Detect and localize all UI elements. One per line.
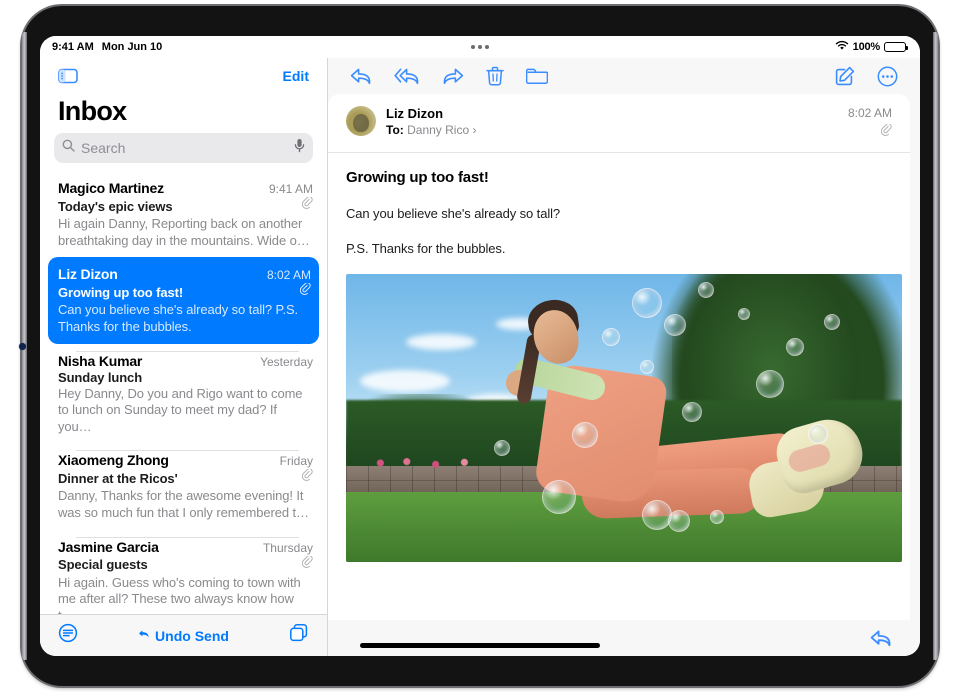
paperclip-icon — [301, 554, 313, 574]
message-header: Liz Dizon To: Danny Rico › 8:02 AM — [328, 94, 910, 153]
list-item-sender: Nisha Kumar — [58, 352, 143, 369]
more-ellipsis-icon[interactable] — [877, 66, 898, 87]
list-item-subject: Growing up too fast! — [58, 284, 184, 300]
split-view: Edit Inbox Search Magico Martinez 9:41 A… — [40, 58, 920, 656]
list-item-subject: Sunday lunch — [58, 369, 143, 385]
device-edge-right — [933, 32, 938, 660]
home-indicator[interactable] — [360, 643, 600, 648]
list-item-sender: Liz Dizon — [58, 266, 118, 283]
reply-icon[interactable] — [870, 629, 892, 647]
wifi-icon — [835, 40, 849, 54]
undo-send-label: Undo Send — [155, 627, 229, 644]
to-label: To: — [386, 123, 404, 137]
list-item-time: Yesterday — [260, 354, 313, 369]
message-time: 8:02 AM — [847, 106, 892, 120]
message-paragraph: Can you believe she's already so tall? — [346, 206, 561, 221]
mail-list-topbar: Edit — [40, 58, 327, 94]
dot — [471, 45, 475, 49]
ipad-screen: 9:41 AM Mon Jun 10 100% Edit Inbox Searc… — [40, 36, 920, 656]
dot — [485, 45, 489, 49]
list-item[interactable]: Jasmine Garcia Thursday Special guests H… — [40, 530, 327, 614]
new-window-icon[interactable] — [289, 623, 309, 648]
recipient-name[interactable]: Danny Rico — [407, 123, 469, 137]
list-item-time: 9:41 AM — [268, 182, 313, 196]
list-item-preview: Can you believe she's already so tall? P… — [58, 302, 299, 334]
status-date: Mon Jun 10 — [101, 41, 163, 53]
list-item-preview: Danny, Thanks for the awesome evening! I… — [58, 488, 309, 520]
message-sender: Liz Dizon — [386, 106, 444, 121]
battery-percent-label: 100% — [852, 41, 881, 53]
search-icon — [62, 139, 75, 157]
list-item-time: Thursday — [262, 540, 313, 555]
message-photo-attachment[interactable] — [346, 274, 902, 562]
paperclip-icon — [301, 196, 313, 215]
undo-arrow-icon — [138, 628, 151, 644]
mail-list-bottom-toolbar: Undo Send — [40, 614, 327, 656]
forward-icon[interactable] — [442, 67, 464, 85]
search-placeholder: Search — [81, 140, 126, 156]
chevron-right-icon[interactable]: › — [472, 123, 476, 137]
message-paragraph: P.S. Thanks for the bubbles. — [346, 241, 506, 256]
edit-button[interactable]: Edit — [283, 68, 309, 84]
list-item-subject: Today's epic views — [58, 198, 173, 214]
list-item[interactable]: Nisha Kumar Yesterday Sunday lunch Hey D… — [40, 344, 327, 444]
mail-list-pane: Edit Inbox Search Magico Martinez 9:41 A… — [40, 58, 328, 656]
compose-icon[interactable] — [835, 66, 855, 86]
message-reader-pane: Liz Dizon To: Danny Rico › 8:02 AM Growi… — [328, 58, 920, 656]
paperclip-icon — [880, 123, 892, 142]
list-item-subject: Dinner at the Ricos' — [58, 470, 178, 486]
list-item-preview: Hey Danny, Do you and Rigo want to come … — [58, 385, 303, 434]
microphone-icon[interactable] — [294, 138, 305, 158]
dot — [478, 45, 482, 49]
undo-send-button[interactable]: Undo Send — [78, 628, 289, 644]
folder-icon[interactable] — [526, 67, 548, 85]
list-item-preview: Hi again. Guess who's coming to town wit… — [58, 574, 301, 614]
sidebar-toggle-icon[interactable] — [58, 68, 78, 84]
reader-footer — [328, 620, 920, 656]
list-item-time: 8:02 AM — [266, 268, 311, 283]
battery-icon — [884, 42, 908, 52]
list-item-sender: Magico Martinez — [58, 180, 164, 196]
list-item-time: Friday — [279, 454, 313, 469]
list-item[interactable]: Xiaomeng Zhong Friday Dinner at the Rico… — [40, 443, 327, 529]
list-item[interactable]: Magico Martinez 9:41 AM Today's epic vie… — [40, 171, 327, 257]
message-subject: Growing up too fast! — [346, 169, 489, 186]
avatar — [346, 106, 376, 136]
multitask-dots-icon[interactable] — [471, 45, 489, 49]
reply-all-icon[interactable] — [394, 67, 420, 85]
list-item-sender: Jasmine Garcia — [58, 538, 159, 555]
device-bezel-indicator — [19, 343, 26, 350]
message-card: Liz Dizon To: Danny Rico › 8:02 AM Growi… — [328, 94, 910, 620]
list-item[interactable]: Liz Dizon 8:02 AM Growing up too fast! C… — [48, 257, 319, 344]
paperclip-icon — [301, 468, 313, 487]
list-item-sender: Xiaomeng Zhong — [58, 452, 169, 469]
message-recipient: To: Danny Rico › — [386, 123, 476, 137]
paperclip-icon — [299, 282, 311, 301]
list-item-subject: Special guests — [58, 557, 148, 573]
page-title: Inbox — [58, 96, 127, 126]
list-item-preview: Hi again Danny, Reporting back on anothe… — [58, 216, 310, 248]
filter-icon[interactable] — [58, 623, 78, 648]
search-input[interactable]: Search — [54, 133, 313, 163]
message-body: Growing up too fast! Can you believe she… — [328, 153, 910, 620]
status-bar: 9:41 AM Mon Jun 10 100% — [40, 36, 920, 58]
trash-icon[interactable] — [486, 66, 504, 86]
status-time: 9:41 AM — [52, 41, 94, 53]
reader-toolbar — [328, 58, 920, 94]
mail-list-scroll[interactable]: Magico Martinez 9:41 AM Today's epic vie… — [40, 171, 327, 614]
reply-icon[interactable] — [350, 67, 372, 85]
